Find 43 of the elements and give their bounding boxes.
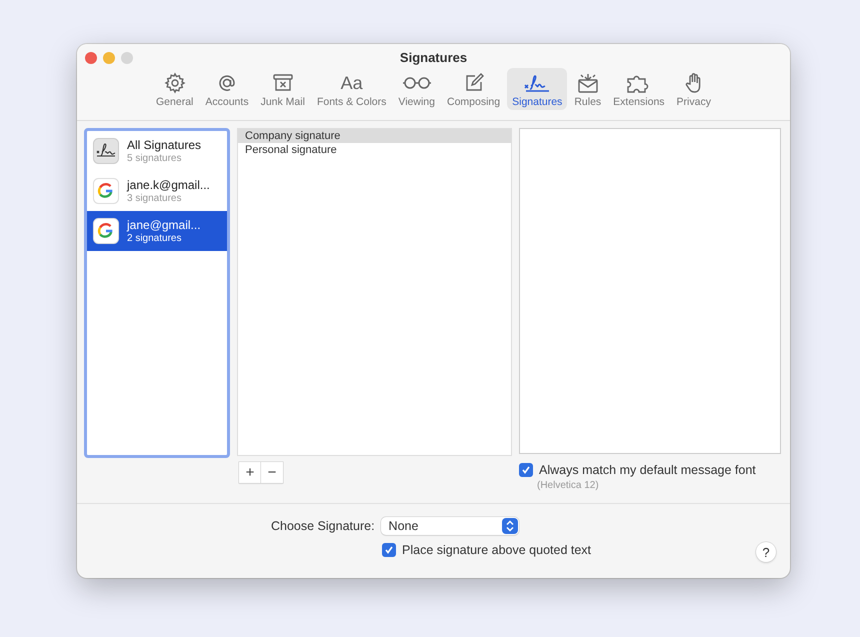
checkbox-label: Always match my default message font [539, 463, 756, 477]
toolbar-tab[interactable]: General [151, 68, 198, 110]
signature-item[interactable]: Company signature [238, 129, 511, 143]
account-name: jane@gmail... [127, 218, 201, 232]
checkbox[interactable] [382, 543, 396, 557]
list-edit-button[interactable]: − [261, 462, 283, 483]
font-note: (Helvetica 12) [537, 480, 600, 491]
account-name: All Signatures [127, 138, 202, 152]
field-label: Choose Signature: [271, 519, 375, 533]
gear-icon [164, 72, 186, 94]
list-edit-button[interactable]: + [239, 462, 261, 483]
toolbar-tab[interactable]: Junk Mail [256, 68, 310, 110]
signature-icon [93, 138, 119, 164]
checkmark-icon [521, 465, 531, 475]
signature-item[interactable]: Personal signature [238, 143, 511, 157]
signature-dropdown[interactable]: None [380, 517, 519, 535]
toolbar-tab[interactable]: Privacy [672, 68, 716, 110]
google-g-icon [93, 178, 119, 204]
signature-count: 5 signatures [127, 153, 182, 164]
checkmark-icon [384, 545, 394, 555]
minimize-button[interactable] [103, 52, 115, 64]
toolbar-tab[interactable]: Rules [569, 68, 606, 110]
google-g-icon [93, 218, 119, 244]
toolbar-tab[interactable]: Accounts [200, 68, 254, 110]
account-item[interactable]: All Signatures 5 signatures [87, 131, 227, 171]
envelope-icon [576, 72, 600, 94]
toolbar-tab[interactable]: Aa Fonts & Colors [312, 68, 392, 110]
account-item[interactable]: jane.k@gmail... 3 signatures [87, 171, 227, 211]
checkbox-label: Place signature above quoted text [402, 543, 592, 557]
stepper-icon [502, 518, 518, 534]
toolbar-tab[interactable]: Extensions [608, 68, 670, 110]
checkbox[interactable] [519, 463, 533, 477]
help-button[interactable]: ? [756, 542, 776, 562]
toolbar-tab[interactable]: Viewing [393, 68, 440, 110]
account-item[interactable]: jane@gmail... 2 signatures [87, 211, 227, 251]
font-glyph-icon: Aa [340, 72, 363, 94]
signature-count: 3 signatures [127, 193, 182, 204]
signature-count: 2 signatures [127, 233, 182, 244]
account-name: jane.k@gmail... [127, 178, 210, 192]
toolbar-tab[interactable]: Signatures [507, 68, 568, 110]
toolbar-tab[interactable]: Composing [442, 68, 506, 110]
close-button[interactable] [85, 52, 97, 64]
window-title: Signatures [400, 49, 468, 65]
